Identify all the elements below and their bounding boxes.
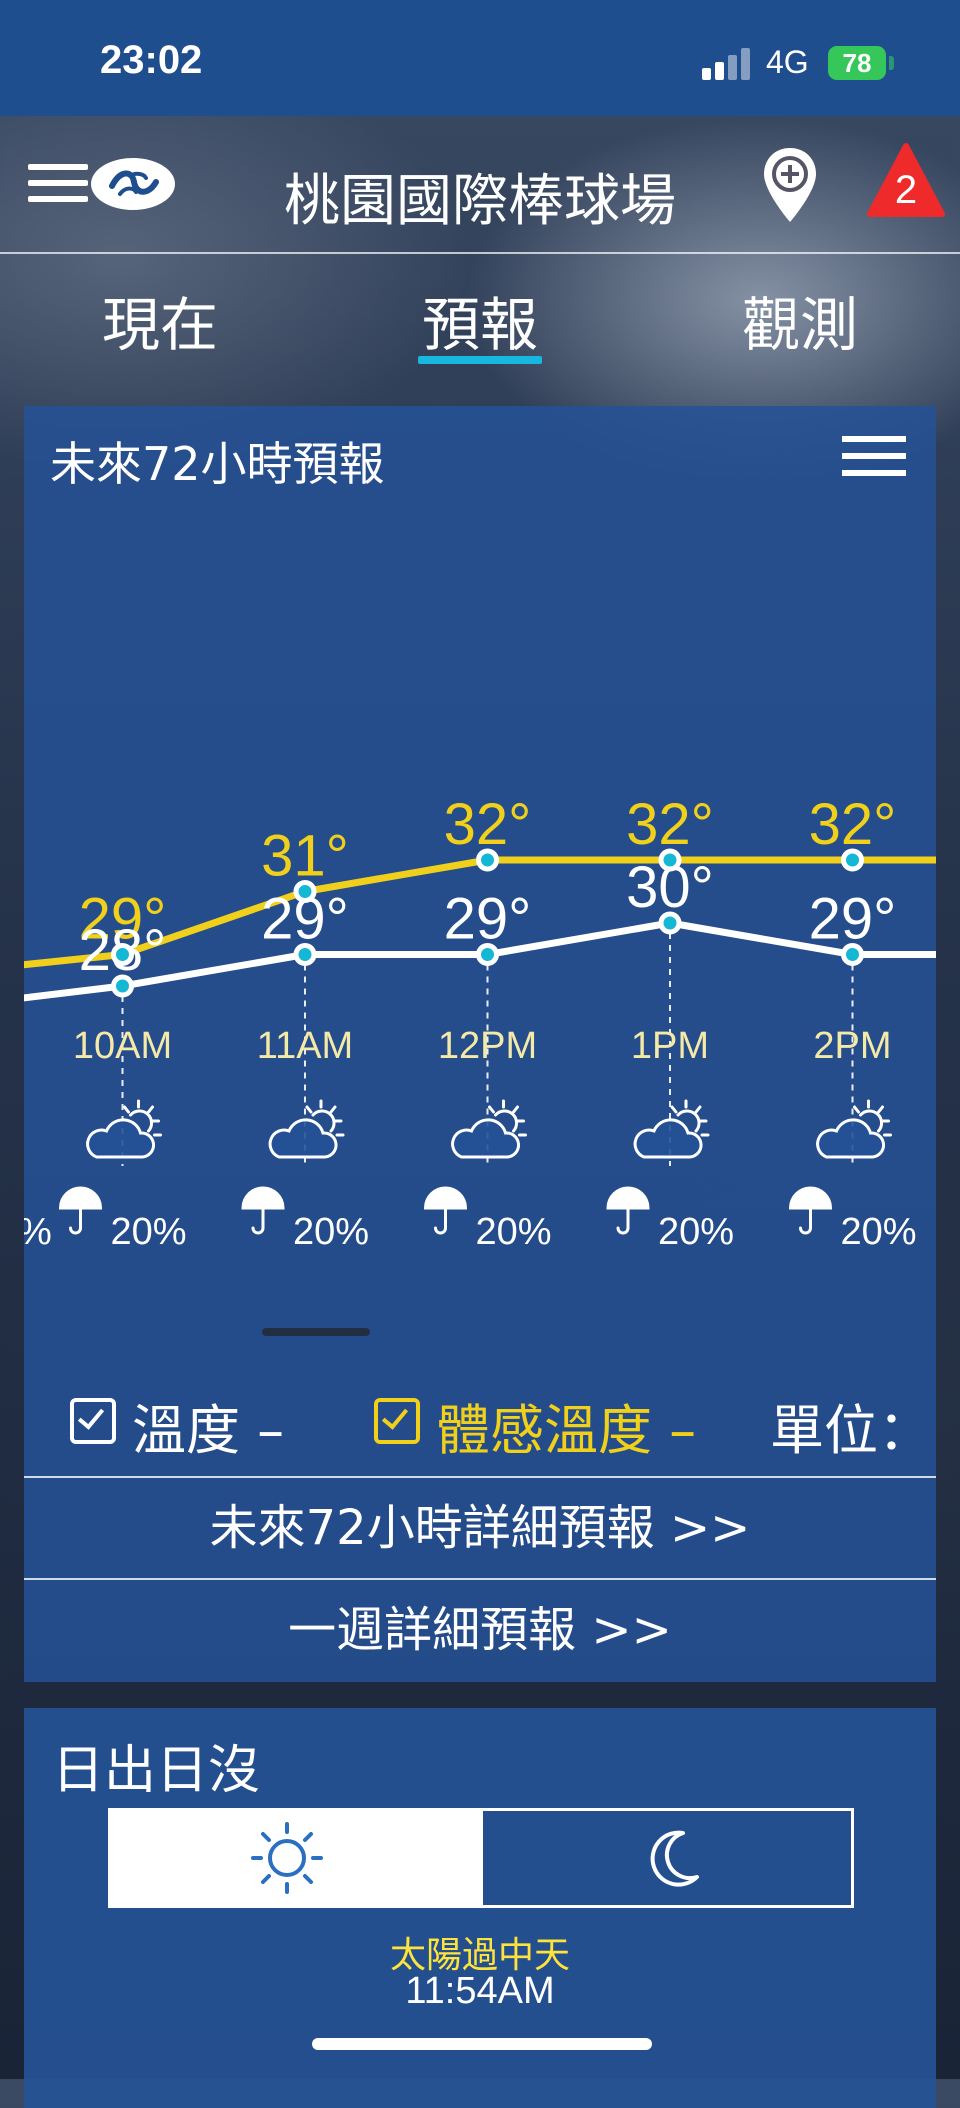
status-time: 23:02 (100, 38, 203, 82)
umbrella-canopy (606, 1186, 650, 1210)
feels-like-value-label: 32° (809, 792, 897, 857)
hour-time-label: 1PM (631, 1025, 709, 1067)
day-night-toggle (108, 1808, 854, 1908)
cloud-shape (268, 1118, 338, 1159)
active-tab-indicator (418, 356, 542, 364)
umbrella-canopy (788, 1186, 833, 1210)
temp-checkbox[interactable] (70, 1398, 116, 1444)
umbrella-handle (616, 1206, 630, 1235)
umbrella-icon (241, 1186, 285, 1235)
alert-badge[interactable]: 2 (866, 142, 946, 222)
rain-probability-label-partial: % (24, 1211, 52, 1253)
rain-probability-label: 20% (841, 1211, 917, 1253)
sun-icon (251, 1822, 323, 1894)
umbrella-canopy (58, 1186, 103, 1210)
hour-time-label: 2PM (813, 1025, 891, 1067)
network-type: 4G (766, 44, 809, 80)
hour-time-label: 11AM (257, 1025, 353, 1067)
moon-toggle-button[interactable] (483, 1811, 851, 1905)
umbrella-handle (251, 1206, 265, 1235)
app-header: 桃園國際棒球場 2 (0, 116, 960, 254)
rain-probability-label: 20% (293, 1211, 369, 1253)
cloud-shape (633, 1118, 703, 1159)
battery-level: 78 (842, 48, 872, 78)
temperature-point (293, 943, 317, 966)
temp-legend-label: 溫度 – (132, 1399, 285, 1462)
rain-probability-label: 20% (658, 1211, 734, 1253)
status-bar: 23:02 4G 78 (0, 0, 960, 116)
partly-cloudy-icon (86, 1099, 162, 1159)
feels-like-point (111, 943, 134, 966)
umbrella-icon (423, 1186, 468, 1235)
feels-like-point (658, 848, 682, 872)
hour-time-label: 12PM (438, 1025, 537, 1067)
temperature-value-label: 29° (809, 887, 897, 952)
umbrella-icon (58, 1186, 103, 1235)
feels-like-point (841, 848, 864, 872)
cloud-shape (451, 1118, 520, 1159)
temperature-chart-svg: 29°28°10AM20%31°29°11AM20%32°29°12PM20%3… (24, 792, 936, 1253)
cloud-shape (816, 1118, 885, 1159)
hour-time-label: 10AM (73, 1025, 172, 1067)
sun-card-title: 日出日沒 (52, 1741, 261, 1801)
solar-noon-time: 11:54AM (405, 1970, 555, 2012)
umbrella-icon (606, 1186, 650, 1235)
feels-like-point (476, 848, 499, 872)
temperature-point (658, 911, 682, 935)
alert-count: 2 (894, 168, 918, 212)
feels-legend-label: 體感溫度 – (436, 1399, 697, 1462)
rain-probability-label: 20% (476, 1211, 552, 1253)
unit-label[interactable]: 單位： (770, 1386, 932, 1465)
tab-forecast[interactable]: 預報 (380, 278, 580, 362)
weekly-detail-link[interactable]: 一週詳細預報 >> (24, 1578, 936, 1680)
temperature-value-label: 29° (444, 887, 532, 952)
feels-like-point (293, 880, 317, 903)
rain-probability-label: 20% (111, 1211, 187, 1253)
partly-cloudy-icon (633, 1099, 710, 1159)
feels-like-value-label: 31° (261, 824, 349, 889)
umbrella-handle (434, 1206, 447, 1235)
home-indicator (312, 2038, 652, 2050)
temperature-point (476, 943, 499, 966)
hourly-chart[interactable]: 29°28°10AM20%31°29°11AM20%32°29°12PM20%3… (24, 526, 936, 1446)
chart-scroll-handle[interactable] (262, 1328, 370, 1336)
feels-checkbox[interactable] (374, 1398, 420, 1444)
sun-toggle-button[interactable] (111, 1811, 483, 1905)
tab-now[interactable]: 現在 (60, 278, 260, 362)
partly-cloudy-icon (268, 1099, 345, 1159)
tab-observation[interactable]: 觀測 (700, 278, 900, 362)
detail-72h-link[interactable]: 未來72小時詳細預報 >> (24, 1476, 936, 1578)
cloud-shape (86, 1118, 155, 1159)
temperature-point (841, 943, 864, 966)
feels-like-value-label: 32° (626, 792, 714, 857)
signal-icon (702, 46, 754, 80)
add-location-pin-icon[interactable] (760, 146, 820, 226)
moon-icon (650, 1830, 699, 1887)
temperature-point (111, 974, 134, 998)
umbrella-canopy (241, 1186, 285, 1210)
battery-icon: 78 (828, 46, 886, 80)
umbrella-canopy (423, 1186, 468, 1210)
umbrella-handle (69, 1206, 82, 1235)
card-menu-button[interactable] (842, 436, 906, 478)
umbrella-icon (788, 1186, 833, 1235)
partly-cloudy-icon (816, 1099, 892, 1159)
feels-like-value-label: 32° (444, 792, 532, 857)
tab-bar: 現在 預報 觀測 (0, 252, 960, 372)
forecast-card-title: 未來72小時預報 (50, 437, 385, 491)
partly-cloudy-icon (451, 1099, 527, 1159)
umbrella-handle (799, 1206, 812, 1235)
chart-legend: 溫度 – 體感溫度 – 單位： (24, 1376, 936, 1476)
battery-nub (889, 56, 894, 70)
forecast-card: 未來72小時預報 29°28°10AM20%31°29°11AM20%32°29… (24, 406, 936, 1682)
